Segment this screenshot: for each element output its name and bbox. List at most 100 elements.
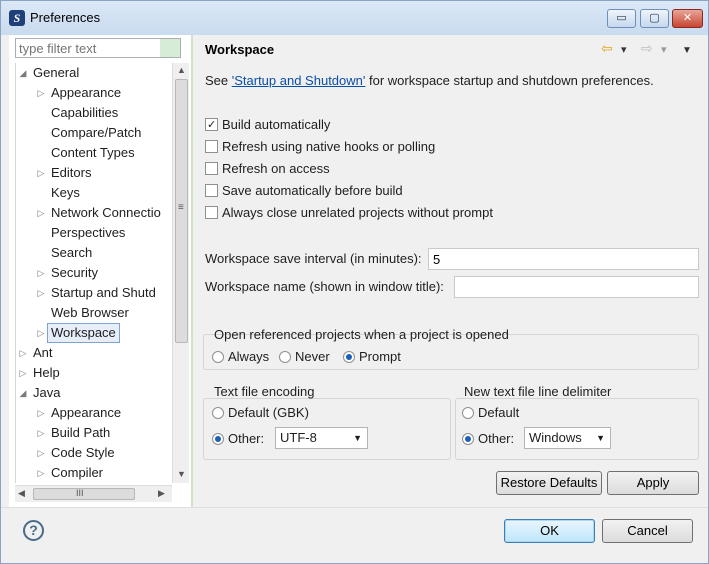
horizontal-scroll-thumb[interactable]: III — [33, 488, 135, 500]
unchecked-box-icon[interactable] — [205, 162, 218, 175]
collapsed-arrow-icon[interactable]: ▷ — [36, 403, 46, 423]
tree-item[interactable]: ◢ General — [16, 63, 174, 83]
collapsed-arrow-icon[interactable]: ▷ — [36, 163, 46, 183]
tree-item[interactable]: Web Browser — [16, 303, 174, 323]
cancel-button[interactable]: Cancel — [602, 519, 693, 543]
encoding-default-radio[interactable]: Default (GBK) — [212, 404, 309, 422]
tree-item[interactable]: ▷ Code Style — [16, 443, 174, 463]
radio-icon — [343, 351, 355, 363]
save-interval-input[interactable] — [428, 248, 699, 270]
tree-item[interactable]: ▷ Build Path — [16, 423, 174, 443]
apply-button[interactable]: Apply — [607, 471, 699, 495]
tree-item[interactable]: ▷ Startup and Shutd — [16, 283, 174, 303]
title-bar[interactable]: S Preferences ▭ ▢ ✕ — [1, 1, 708, 35]
tree-item[interactable]: ▷ Ant — [16, 343, 174, 363]
encoding-select[interactable]: UTF-8 ▼ — [275, 427, 368, 449]
checkbox-option[interactable]: Build automatically — [205, 116, 330, 134]
expanded-arrow-icon[interactable]: ◢ — [18, 383, 28, 403]
scroll-left-arrow-icon[interactable]: ◀ — [18, 488, 25, 499]
close-window-button[interactable]: ✕ — [672, 9, 703, 28]
collapsed-arrow-icon[interactable]: ▷ — [36, 203, 46, 223]
scroll-right-arrow-icon[interactable]: ▶ — [158, 488, 165, 499]
tree-item[interactable]: ▷ Compiler — [16, 463, 174, 483]
filter-field[interactable] — [15, 38, 181, 58]
checked-box-icon[interactable] — [205, 116, 218, 134]
delimiter-default-label: Default — [478, 405, 520, 420]
delimiter-other-radio[interactable]: Other: — [462, 430, 514, 448]
forward-dropdown-icon[interactable]: ▾ — [661, 43, 667, 57]
tree-item[interactable]: Capabilities — [16, 103, 174, 123]
startup-shutdown-link[interactable]: 'Startup and Shutdown' — [232, 73, 366, 88]
checkbox-option[interactable]: Always close unrelated projects without … — [205, 204, 493, 222]
scroll-grip-icon: ≡ — [178, 202, 184, 213]
collapsed-arrow-icon[interactable]: ▷ — [36, 283, 46, 303]
checkbox-option[interactable]: Save automatically before build — [205, 182, 403, 200]
ok-button[interactable]: OK — [504, 519, 595, 543]
checkbox-option[interactable]: Refresh using native hooks or polling — [205, 138, 435, 156]
collapsed-arrow-icon[interactable]: ▷ — [18, 343, 28, 363]
collapsed-arrow-icon[interactable]: ▷ — [36, 323, 46, 343]
tree-item-label: Content Types — [51, 145, 135, 160]
tree-item[interactable]: Search — [16, 243, 174, 263]
collapsed-arrow-icon[interactable]: ▷ — [18, 363, 28, 383]
forward-arrow-icon[interactable]: ⇨ — [641, 41, 653, 55]
tree-vertical-scrollbar[interactable]: ▲ ≡ ▼ — [172, 63, 189, 483]
tree-item[interactable]: ▷ Security — [16, 263, 174, 283]
workspace-name-input[interactable] — [454, 276, 699, 298]
delimiter-select-value: Windows — [529, 430, 582, 445]
scroll-up-arrow-icon[interactable]: ▲ — [177, 65, 186, 75]
checkbox-option[interactable]: Refresh on access — [205, 160, 330, 178]
delimiter-default-radio[interactable]: Default — [462, 404, 519, 422]
checkbox-label: Save automatically before build — [222, 183, 403, 198]
delimiter-select[interactable]: Windows ▼ — [524, 427, 611, 449]
open-projects-radio-never[interactable]: Never — [279, 348, 330, 366]
encoding-default-radio-icon — [212, 407, 224, 419]
tree-item[interactable]: ▷ Appearance — [16, 83, 174, 103]
delimiter-other-label: Other: — [478, 431, 515, 446]
vertical-scroll-thumb[interactable]: ≡ — [175, 79, 188, 343]
collapsed-arrow-icon[interactable]: ▷ — [36, 443, 46, 463]
tree-item-label: Help — [33, 365, 60, 380]
hscroll-grip-icon: III — [76, 488, 84, 498]
help-icon[interactable]: ? — [23, 520, 44, 541]
preference-tree-panel: ◢ General ▷ Appearance Capabilities Compare/P… — [9, 35, 191, 507]
scroll-down-arrow-icon[interactable]: ▼ — [177, 469, 186, 479]
maximize-button[interactable]: ▢ — [640, 9, 669, 28]
minimize-button[interactable]: ▭ — [607, 9, 636, 28]
back-dropdown-icon[interactable]: ▾ — [621, 43, 627, 57]
page-title: Workspace — [205, 42, 275, 57]
expanded-arrow-icon[interactable]: ◢ — [18, 63, 28, 83]
tree-item[interactable]: ▷ Editors — [16, 163, 174, 183]
tree-item[interactable]: ▷ Workspace — [16, 323, 174, 343]
tree-item-label: Startup and Shutd — [51, 285, 156, 300]
collapsed-arrow-icon[interactable]: ▷ — [36, 263, 46, 283]
eclipse-app-icon: S — [9, 10, 25, 26]
view-menu-icon[interactable]: ▼ — [682, 44, 692, 58]
encoding-other-radio-icon — [212, 433, 224, 445]
restore-defaults-button[interactable]: Restore Defaults — [496, 471, 602, 495]
unchecked-box-icon[interactable] — [205, 140, 218, 153]
tree-item[interactable]: ▷ Appearance — [16, 403, 174, 423]
tree-item[interactable]: ◢ Java — [16, 383, 174, 403]
tree-item-label: Capabilities — [51, 105, 119, 120]
back-arrow-icon[interactable]: ⇦ — [601, 41, 613, 55]
tree-item-label: Ant — [33, 345, 53, 360]
open-projects-radio-prompt[interactable]: Prompt — [343, 348, 401, 366]
clear-filter-icon[interactable] — [160, 39, 180, 57]
tree-item[interactable]: Keys — [16, 183, 174, 203]
unchecked-box-icon[interactable] — [205, 206, 218, 219]
tree-item[interactable]: ▷ Network Connectio — [16, 203, 174, 223]
collapsed-arrow-icon[interactable]: ▷ — [36, 423, 46, 443]
tree-item[interactable]: ▷ Help — [16, 363, 174, 383]
filter-input[interactable] — [16, 39, 160, 57]
tree-item[interactable]: Compare/Patch — [16, 123, 174, 143]
tree-item[interactable]: Perspectives — [16, 223, 174, 243]
tree-horizontal-scrollbar[interactable]: ◀ III ▶ — [15, 485, 172, 502]
workspace-page: Workspace ⇦ ▾ ⇨ ▾ ▼ See 'Startup and Shu… — [193, 35, 701, 507]
tree-item[interactable]: Content Types — [16, 143, 174, 163]
collapsed-arrow-icon[interactable]: ▷ — [36, 463, 46, 483]
unchecked-box-icon[interactable] — [205, 184, 218, 197]
collapsed-arrow-icon[interactable]: ▷ — [36, 83, 46, 103]
open-projects-radio-always[interactable]: Always — [212, 348, 269, 366]
encoding-other-radio[interactable]: Other: — [212, 430, 264, 448]
